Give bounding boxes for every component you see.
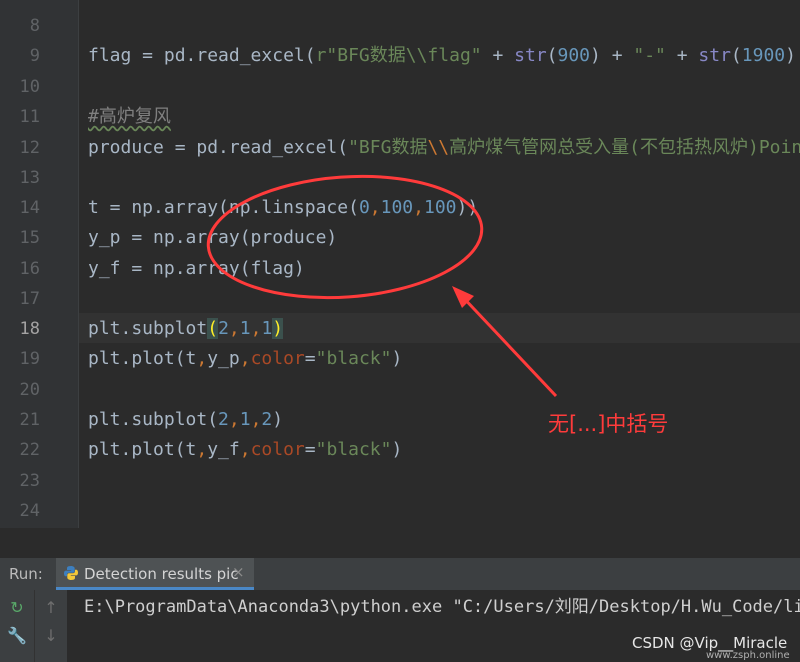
run-toolbar-right: ↑ ↓ — [34, 590, 67, 662]
run-toolbar-left: ↻ 🔧 — [0, 590, 34, 662]
up-arrow-icon[interactable]: ↑ — [41, 598, 61, 618]
rerun-icon[interactable]: ↻ — [7, 598, 27, 618]
run-label: Run: — [9, 565, 43, 583]
wrench-icon[interactable]: 🔧 — [7, 626, 27, 646]
editor-bottom-spacer — [0, 528, 800, 558]
python-icon — [64, 566, 78, 580]
run-panel-header: Run: Detection results pic × — [0, 558, 800, 590]
annotation-label: 无[...]中括号 — [548, 412, 669, 436]
tab-detection-results-pic[interactable]: Detection results pic × — [56, 558, 254, 590]
console-output-line: E:\ProgramData\Anaconda3\python.exe "C:/… — [84, 597, 800, 617]
annotation-arrow-shaft — [456, 290, 558, 398]
down-arrow-icon[interactable]: ↓ — [41, 626, 61, 646]
tab-label: Detection results pic — [84, 565, 239, 583]
annotation-ellipse — [206, 174, 484, 300]
annotation-overlay — [206, 174, 558, 398]
code-editor[interactable]: 8 9 10 11 12 13 14 15 16 17 18 19 20 21 … — [0, 0, 800, 528]
close-icon[interactable]: × — [232, 563, 245, 581]
watermark-small: www.zsph.online — [706, 650, 790, 661]
